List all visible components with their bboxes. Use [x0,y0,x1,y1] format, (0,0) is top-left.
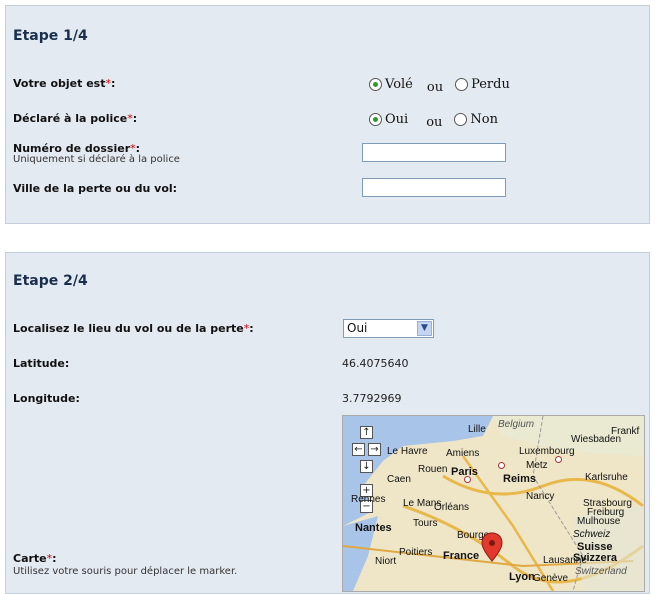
pan-down-icon[interactable]: ↓ [360,460,373,473]
map-label-lille: Lille [468,424,486,435]
longitude-label: Longitude: [13,392,80,405]
map-label-lyon: Lyon [509,571,535,583]
map-label-reims: Reims [503,473,537,485]
step1-title: Etape 1/4 [13,28,88,44]
pan-right-icon[interactable]: → [368,443,381,456]
pan-up-icon[interactable]: ↑ [360,426,373,439]
radio-oui-circle[interactable] [369,113,382,126]
map-dot [555,456,562,463]
map-label-karlsruhe: Karlsruhe [585,472,628,483]
map-label-mulhouse: Mulhouse [577,516,621,527]
map-label-amiens: Amiens [446,448,480,459]
ville-input[interactable] [362,178,506,197]
map-label-wiesbaden: Wiesbaden [571,434,622,445]
map-label-le-havre: Le Havre [387,446,428,457]
object-label: Votre objet est*: [13,77,116,90]
map-label-switzerland: Switzerland [575,566,627,577]
map-label-tours: Tours [413,518,438,529]
map-label-orleans: Orléans [434,502,470,513]
pan-left-icon[interactable]: ← [352,443,365,456]
step1-panel: Etape 1/4 Votre objet est*: Volé ou Perdu … [5,5,650,224]
radio-non[interactable]: Non [454,112,498,127]
map-label-metz: Metz [526,460,548,471]
localise-select[interactable]: Oui ▼ [343,319,434,338]
map-dot [498,462,505,469]
map-dot [464,476,471,483]
radio-vole-circle[interactable] [369,78,382,91]
chevron-down-icon[interactable]: ▼ [417,321,432,336]
map-label-nancy: Nancy [526,491,555,502]
ville-label: Ville de la perte ou du vol: [13,182,178,195]
carte-hint: Utilisez votre souris pour déplacer le m… [13,566,238,577]
police-label: Déclaré à la police*: [13,112,138,125]
map-label-poitiers: Poitiers [399,547,433,558]
map-label-geneve: Genève [533,573,569,584]
map-label-luxembourg: Luxembourg [519,446,575,457]
longitude-value: 3.7792969 [342,392,402,405]
radio-non-circle[interactable] [454,113,468,126]
object-radio-group: Volé ou Perdu [369,77,510,95]
map-label-schweiz: Schweiz [573,529,611,540]
map-label-caen: Caen [387,474,411,485]
radio-oui[interactable]: Oui [369,112,408,127]
dossier-hint: Uniquement si déclaré à la police [13,154,180,165]
map-label-rouen: Rouen [418,464,448,475]
latitude-value: 46.4075640 [342,357,409,370]
police-radio-group: Oui ou Non [369,112,498,130]
map-label-lausanne: Lausanne [543,555,587,566]
radio-vole[interactable]: Volé [369,77,413,92]
map-view[interactable]: ↑ ← → ↓ + − Lille Belgium Frankf Wiesbad… [342,415,645,592]
step2-panel: Etape 2/4 Localisez le lieu du vol ou de… [5,252,650,594]
map-label-rennes: Rennes [351,494,386,505]
map-label-nantes: Nantes [355,522,392,534]
localise-label: Localisez le lieu du vol ou de la perte*… [13,322,254,335]
step2-title: Etape 2/4 [13,273,88,289]
dossier-input[interactable] [362,143,506,162]
map-label-niort: Niort [375,556,397,567]
map-label-france: France [443,550,480,562]
map-marker-icon[interactable] [481,532,503,562]
map-label-belgium: Belgium [498,419,535,430]
latitude-label: Latitude: [13,357,70,370]
carte-label: Carte*: [13,552,57,565]
radio-perdu[interactable]: Perdu [455,77,510,92]
radio-perdu-circle[interactable] [455,78,469,91]
